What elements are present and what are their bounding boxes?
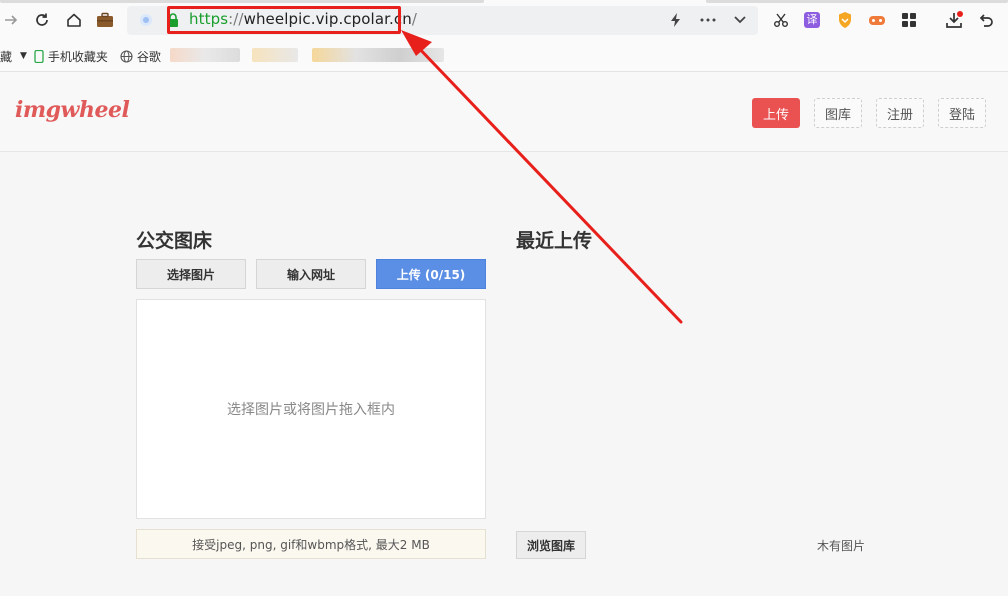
undo-icon[interactable] <box>975 9 997 31</box>
image-drop-zone[interactable]: 选择图片或将图片拖入框内 <box>136 299 486 519</box>
bookmark-google-label: 谷歌 <box>136 50 161 64</box>
nav-register-button[interactable]: 注册 <box>876 98 924 128</box>
format-notice: 接受jpeg, png, gif和wbmp格式, 最大2 MB <box>136 529 486 559</box>
globe-icon <box>120 50 133 63</box>
chevron-down-icon[interactable] <box>729 9 751 31</box>
bookmark-dropdown-icon[interactable]: ▼ <box>20 51 27 61</box>
browse-gallery-button[interactable]: 浏览图库 <box>516 531 586 559</box>
download-icon[interactable] <box>943 9 965 31</box>
blurred-bookmark <box>252 48 298 62</box>
shield-icon[interactable] <box>834 9 856 31</box>
blurred-bookmark <box>170 48 240 62</box>
reload-icon[interactable] <box>31 9 53 31</box>
forward-icon[interactable] <box>0 9 22 31</box>
site-info-icon[interactable] <box>135 9 157 31</box>
nav-upload-button[interactable]: 上传 <box>752 98 800 128</box>
gamepad-icon[interactable] <box>866 9 888 31</box>
scissors-icon[interactable] <box>770 9 792 31</box>
url-trailing: / <box>411 10 417 28</box>
bookmark-mobile-label: 手机收藏夹 <box>47 50 108 64</box>
bookmark-truncated[interactable]: 藏 <box>0 48 12 65</box>
tab-input-url[interactable]: 输入网址 <box>256 259 366 289</box>
tab-choose-image[interactable]: 选择图片 <box>136 259 246 289</box>
drop-zone-hint: 选择图片或将图片拖入框内 <box>227 402 395 418</box>
nav-gallery-button[interactable]: 图库 <box>814 98 862 128</box>
nav-login-button[interactable]: 登陆 <box>938 98 986 128</box>
blurred-bookmark <box>312 48 444 62</box>
bookmark-bar: 藏 ▼ 手机收藏夹 谷歌 <box>0 41 1008 72</box>
home-icon[interactable] <box>63 9 85 31</box>
upload-section-title: 公交图床 <box>136 230 213 252</box>
tab-indicator <box>0 0 484 3</box>
apps-grid-icon[interactable] <box>898 9 920 31</box>
url-highlight-box <box>167 6 401 34</box>
phone-icon <box>34 49 44 64</box>
translate-icon[interactable]: 译 <box>801 9 823 31</box>
upload-button[interactable]: 上传 (0/15) <box>376 259 486 289</box>
site-logo[interactable]: imgwheel <box>15 97 130 123</box>
more-icon[interactable] <box>697 9 719 31</box>
tab-indicator <box>706 0 1008 3</box>
translate-icon-text: 译 <box>804 12 820 28</box>
recent-uploads-title: 最近上传 <box>516 230 593 252</box>
empty-gallery-text: 木有图片 <box>817 539 866 553</box>
logo-part2: wheel <box>60 97 130 123</box>
tab-strip <box>0 0 1008 4</box>
bookmark-google[interactable]: 谷歌 <box>120 48 161 65</box>
bookmark-mobile[interactable]: 手机收藏夹 <box>34 48 108 65</box>
lightning-icon[interactable] <box>665 9 687 31</box>
logo-part1: img <box>15 97 61 123</box>
briefcase-icon[interactable] <box>94 9 116 31</box>
